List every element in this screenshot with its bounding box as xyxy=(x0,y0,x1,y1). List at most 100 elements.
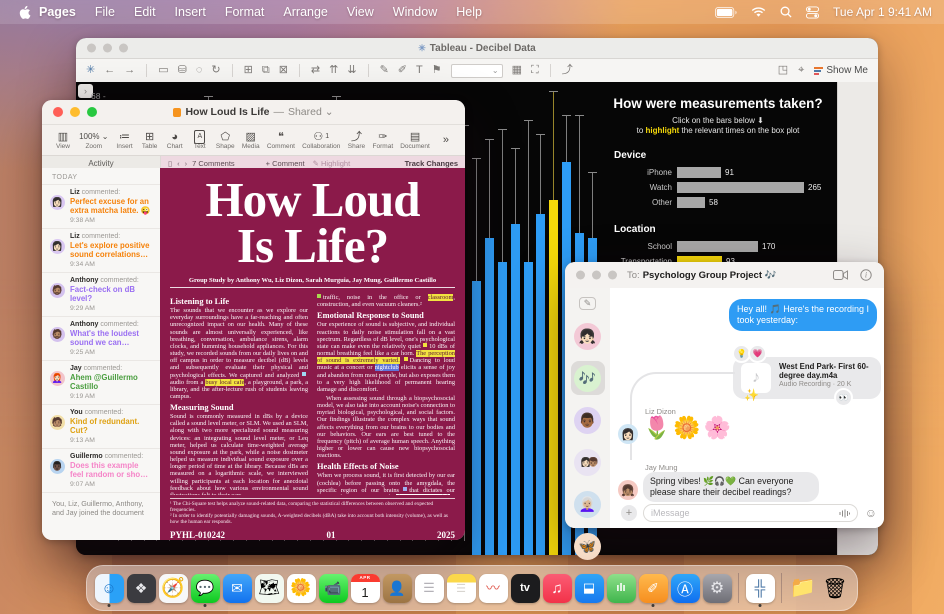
comment-item[interactable]: 🧑🏽You commented:Kind of redundant. Cut?9… xyxy=(42,404,160,448)
run-updates-icon[interactable]: ↻ xyxy=(211,65,220,76)
comment-item[interactable]: 👩🏻‍🦰Jay commented:Ahem @Guillermo Castil… xyxy=(42,360,160,404)
message-input[interactable]: iMessage xyxy=(643,504,858,522)
menu-item-arrange[interactable]: Arrange xyxy=(283,5,327,19)
zoom-button[interactable] xyxy=(87,107,97,117)
menu-item-format[interactable]: Format xyxy=(225,5,265,19)
menu-item-window[interactable]: Window xyxy=(393,5,437,19)
dock-safari-icon[interactable]: 🧭 xyxy=(158,569,188,607)
audio-message-icon[interactable] xyxy=(839,509,850,518)
dock-facetime-icon[interactable]: 📹 xyxy=(318,569,348,607)
dock-maps-icon[interactable]: 🗺 xyxy=(254,569,284,607)
bar-iphone[interactable] xyxy=(677,167,721,178)
toolbar-comment-button[interactable]: ❝Comment xyxy=(267,130,295,150)
toolbar-view-button[interactable]: ▥View xyxy=(54,130,72,150)
comment-item[interactable]: 👩🏻Liz commented:Let's explore positive s… xyxy=(42,228,160,272)
toolbar-share-button[interactable]: ⤴Share xyxy=(347,130,365,150)
dock-messages-icon[interactable]: 💬 xyxy=(190,569,220,607)
video-call-icon[interactable] xyxy=(833,270,848,280)
highlight-icon[interactable]: ✎ xyxy=(380,65,389,76)
track-changes-button[interactable]: Track Changes xyxy=(405,159,458,168)
comment-item[interactable]: 🧔🏽Anthony commented:Fact-check on dB lev… xyxy=(42,272,160,316)
fix-axes-icon[interactable]: ⚑ xyxy=(432,65,442,76)
avatar-anthony-memoji[interactable]: 👨🏾 xyxy=(571,403,605,437)
avatar-butterfly[interactable]: 🦋 xyxy=(571,529,605,563)
minimize-button[interactable] xyxy=(70,107,80,117)
tapback-heart[interactable]: 💗 xyxy=(748,344,767,363)
pause-updates-icon[interactable]: ◌ xyxy=(196,65,203,76)
back-icon[interactable]: ← xyxy=(104,65,115,76)
add-attachment-button[interactable]: + xyxy=(621,505,637,521)
boxplot-bar[interactable] xyxy=(536,214,545,555)
dock-mail-icon[interactable]: ✉ xyxy=(222,569,252,607)
compose-icon[interactable]: ✎ xyxy=(579,297,596,310)
sort-ascending-icon[interactable]: ⇈ xyxy=(329,65,338,76)
tableau-window-controls[interactable] xyxy=(87,44,128,53)
dock-trash-icon[interactable]: 🗑 xyxy=(820,569,850,607)
presentation-mode-icon[interactable]: ⛶ xyxy=(531,65,539,76)
boxplot-bar[interactable] xyxy=(511,224,520,555)
dock-tableau-icon[interactable]: ╬ xyxy=(745,569,775,607)
new-data-source-icon[interactable]: ⛁ xyxy=(178,65,187,76)
emoji-picker-icon[interactable]: ☺ xyxy=(865,506,877,520)
avatar-liz-memoji[interactable]: 👧🏻 xyxy=(571,319,605,353)
menu-item-help[interactable]: Help xyxy=(456,5,482,19)
forward-icon[interactable]: → xyxy=(124,65,135,76)
boxplot-bar[interactable] xyxy=(524,262,533,555)
close-button[interactable] xyxy=(87,44,96,53)
tableau-logo-icon[interactable]: ✳ xyxy=(86,65,95,76)
toolbar-chart-button[interactable]: ◕Chart xyxy=(166,130,184,150)
boxplot-bar[interactable] xyxy=(485,238,494,555)
outgoing-message-bubble[interactable]: Hey all! 🎵 Here's the recording I took y… xyxy=(729,299,877,331)
panel-icon[interactable]: ▯ xyxy=(168,159,172,168)
zoom-button[interactable] xyxy=(608,271,617,280)
highlight-button[interactable]: ✎ Highlight xyxy=(313,159,351,168)
show-me-button[interactable]: Show Me xyxy=(814,65,868,76)
show-cards-icon[interactable]: ▦ xyxy=(512,65,522,76)
toolbar-insert-button[interactable]: ≔Insert xyxy=(116,130,134,150)
dock-pages-icon[interactable]: ✐ xyxy=(638,569,668,607)
menu-item-edit[interactable]: Edit xyxy=(134,5,156,19)
dock-launchpad-icon[interactable]: ❖ xyxy=(126,569,156,607)
boxplot-bar[interactable] xyxy=(549,200,558,555)
dock-numbers-icon[interactable]: ılı xyxy=(606,569,636,607)
menu-item-view[interactable]: View xyxy=(347,5,374,19)
duplicate-icon[interactable]: ⧉ xyxy=(262,65,270,76)
dock-finder-icon[interactable]: ☺ xyxy=(94,569,124,607)
messages-window-controls[interactable] xyxy=(576,271,617,280)
minimize-button[interactable] xyxy=(103,44,112,53)
dock-system-settings-icon[interactable]: ⚙ xyxy=(702,569,732,607)
toolbar-text-button[interactable]: AText xyxy=(191,130,209,150)
format-workbook-icon[interactable]: ⌖ xyxy=(798,65,804,76)
clear-sheet-icon[interactable]: ⊠ xyxy=(279,65,288,76)
comment-item[interactable]: 👩🏻Liz commented:Perfect excuse for an ex… xyxy=(42,184,160,228)
toolbar-zoom-button[interactable]: 100% ⌄Zoom xyxy=(79,130,108,150)
new-worksheet-icon[interactable]: ⊞ xyxy=(244,65,253,76)
emoji-message[interactable]: 🌷🌼🌸 xyxy=(643,415,734,441)
close-button[interactable] xyxy=(53,107,63,117)
menu-item-file[interactable]: File xyxy=(95,5,115,19)
dock-photos-icon[interactable]: 🌼 xyxy=(286,569,316,607)
add-comment-button[interactable]: + Comment xyxy=(266,159,305,168)
comment-item[interactable]: 👨🏿Guillermo commented:Does this example … xyxy=(42,448,160,492)
labels-icon[interactable]: ✐ xyxy=(398,65,407,76)
close-button[interactable] xyxy=(576,271,585,280)
sort-descending-icon[interactable]: ⇊ xyxy=(347,65,356,76)
dock-calendar-icon[interactable]: APR1 xyxy=(350,569,380,607)
menu-item-insert[interactable]: Insert xyxy=(175,5,206,19)
toolbar-document-button[interactable]: ▤Document xyxy=(400,130,430,150)
avatar-psychology-group[interactable]: 🎶 xyxy=(571,361,605,395)
bar-watch[interactable] xyxy=(677,182,804,193)
comment-item[interactable]: 🧔🏽Anthony commented:What's the loudest s… xyxy=(42,316,160,360)
toolbar-more-button[interactable]: » xyxy=(437,134,455,147)
document-canvas[interactable]: How Loud Is Life? Group Study by Anthony… xyxy=(160,168,465,540)
boxplot-bar[interactable] xyxy=(498,262,507,555)
apple-menu-icon[interactable] xyxy=(18,5,31,20)
tapback-eyes[interactable]: 👀 xyxy=(834,388,853,407)
zoom-button[interactable] xyxy=(119,44,128,53)
next-comment-button[interactable]: › xyxy=(185,159,188,168)
toolbar-table-button[interactable]: ⊞Table xyxy=(141,130,159,150)
dock-freeform-icon[interactable]: 〰 xyxy=(478,569,508,607)
bar-other[interactable] xyxy=(677,197,705,208)
dock-contacts-icon[interactable]: 👤 xyxy=(382,569,412,607)
avatar-group-duo[interactable]: 👩🏻👦🏽 xyxy=(571,445,605,479)
